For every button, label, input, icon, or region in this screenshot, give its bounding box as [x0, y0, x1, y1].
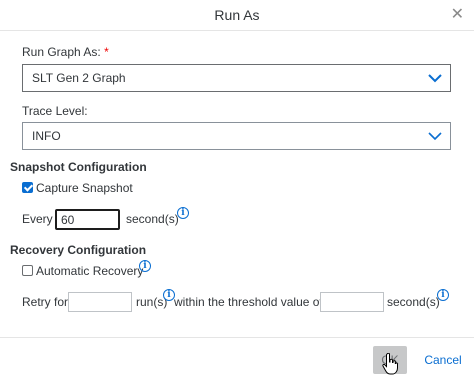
snapshot-interval-value: 60 — [61, 213, 75, 227]
info-icon[interactable]: i — [437, 289, 449, 301]
hand-cursor-icon — [382, 353, 398, 375]
info-icon[interactable]: i — [177, 207, 189, 219]
close-icon[interactable]: ✕ — [451, 6, 464, 24]
run-graph-select[interactable]: SLT Gen 2 Graph — [22, 64, 451, 92]
automatic-recovery-checkbox[interactable] — [22, 265, 33, 276]
trace-level-value: INFO — [32, 129, 61, 143]
threshold-input[interactable] — [320, 292, 384, 312]
run-graph-value: SLT Gen 2 Graph — [32, 71, 126, 85]
required-mark: * — [104, 45, 109, 59]
dialog-header: Run As ✕ — [0, 0, 474, 31]
threshold-unit-label: second(s) — [387, 295, 440, 309]
cancel-button[interactable]: Cancel — [420, 346, 466, 374]
run-graph-label: Run Graph As: — [22, 45, 101, 59]
retry-label: Retry for — [22, 295, 69, 309]
trace-level-label: Trace Level: — [22, 104, 88, 118]
chevron-down-icon — [428, 74, 442, 83]
retry-count-input[interactable] — [68, 292, 132, 312]
trace-level-select[interactable]: INFO — [22, 122, 451, 150]
snapshot-unit-label: second(s) — [126, 212, 179, 226]
snapshot-interval-input[interactable]: 60 — [55, 209, 120, 230]
capture-snapshot-checkbox[interactable] — [22, 182, 33, 193]
every-label: Every — [22, 212, 53, 226]
recovery-section-title: Recovery Configuration — [10, 243, 147, 257]
run-as-dialog: Run As ✕ Run Graph As: * SLT Gen 2 Graph… — [0, 0, 474, 377]
capture-snapshot-label[interactable]: Capture Snapshot — [36, 181, 133, 195]
automatic-recovery-label[interactable]: Automatic Recovery — [36, 264, 143, 278]
run-graph-label-row: Run Graph As: * — [22, 45, 109, 59]
snapshot-section-title: Snapshot Configuration — [10, 160, 147, 174]
dialog-footer: OK Cancel — [0, 337, 474, 377]
threshold-label: within the threshold value of — [174, 295, 323, 309]
info-icon[interactable]: i — [139, 260, 151, 272]
dialog-title: Run As — [214, 7, 260, 23]
chevron-down-icon — [428, 132, 442, 141]
